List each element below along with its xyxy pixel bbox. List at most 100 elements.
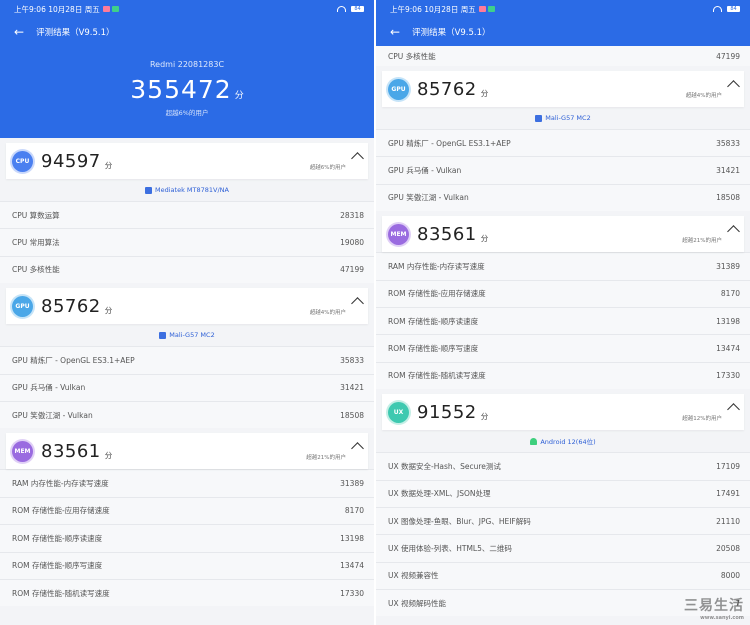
notification-icons — [102, 6, 119, 12]
gpu-score-unit: 分 — [480, 88, 489, 98]
list-item: GPU 精炼厂 - OpenGL ES3.1+AEP 35833 — [0, 346, 374, 374]
row-label: CPU 多核性能 — [12, 265, 60, 275]
collapse-chevron-icon[interactable] — [727, 80, 740, 93]
row-label: ROM 存储性能-顺序读速度 — [388, 316, 479, 326]
row-value: 35833 — [716, 138, 740, 148]
row-value: 13198 — [340, 533, 364, 543]
list-item: ROM 存储性能-顺序写速度 13474 — [0, 551, 374, 579]
page-title: 评测结果（V9.5.1） — [36, 28, 115, 38]
score-unit: 分 — [234, 91, 244, 101]
screenshot-composite: 上午9:06 10月28日 周五 84 ← 评测结果（V9.5.1） Redmi… — [0, 0, 750, 625]
collapse-chevron-icon[interactable] — [351, 297, 364, 311]
device-model: Redmi 22081283C — [149, 60, 225, 69]
row-label: CPU 算数运算 — [12, 210, 60, 220]
gpu-card-header[interactable]: GPU 85762 分 超越4%的用户 — [6, 288, 368, 325]
list-item: UX 使用体验-列表、HTML5、二维码 20508 — [376, 534, 750, 562]
chip-icon — [145, 186, 153, 194]
left-screen: 上午9:06 10月28日 周五 84 ← 评测结果（V9.5.1） Redmi… — [0, 0, 374, 625]
cpu-chip-name: Mediatek MT8781V/NA — [155, 186, 229, 194]
list-item: UX 数据处理-XML、JSON处理 17491 — [376, 479, 750, 507]
gpu-chip-name: Mali-G57 MC2 — [545, 114, 591, 122]
ux-badge-icon: UX — [388, 401, 409, 423]
row-value: 28318 — [340, 210, 364, 220]
row-value: 8170 — [720, 289, 740, 299]
cpu-chip-label: Mediatek MT8781V/NA — [0, 179, 374, 201]
cpu-beat-text: 超越6%的用户 — [309, 165, 346, 171]
mem-card-header[interactable]: MEM 83561 分 超越21%的用户 — [6, 433, 368, 470]
watermark-main: 三易生活 — [684, 598, 744, 614]
gpu-chip-label: Mali-G57 MC2 — [376, 107, 750, 129]
list-item: UX 图像处理-鱼眼、Blur、JPG、HEIF解码 21110 — [376, 506, 750, 535]
list-item: GPU 兵马俑 - Vulkan 31421 — [376, 156, 750, 184]
watermark-logo: 三易生活 www.sanyi.com — [684, 595, 744, 621]
page-title: 评测结果（V9.5.1） — [412, 28, 491, 38]
status-bar: 上午9:06 10月28日 周五 84 — [0, 0, 374, 18]
list-item: UX 数据安全-Hash、Secure测试 17109 — [376, 452, 750, 480]
row-value: 17330 — [716, 371, 740, 381]
collapse-chevron-icon[interactable] — [727, 225, 740, 239]
mem-score: 83561 — [417, 223, 477, 245]
row-value: 47199 — [716, 51, 740, 61]
gpu-beat-text: 超越4%的用户 — [309, 310, 346, 317]
gpu-score: 85762 — [41, 295, 101, 317]
gpu-card-header[interactable]: GPU 85762 分 超越4%的用户 — [382, 71, 744, 107]
status-bar: 上午9:06 10月28日 周五 84 — [376, 0, 750, 18]
list-item: ROM 存储性能-随机读写速度 17330 — [376, 361, 750, 390]
cpu-badge-icon: CPU — [12, 150, 33, 172]
row-label: GPU 笑傲江湖 - Vulkan — [388, 193, 469, 203]
row-label: ROM 存储性能-随机读写速度 — [12, 588, 110, 598]
row-label: RAM 内存性能-内存读写速度 — [388, 261, 485, 271]
ux-card-header[interactable]: UX 91552 分 超越12%的用户 — [382, 394, 744, 431]
list-item: CPU 算数运算 28318 — [0, 201, 374, 229]
notification-icons — [478, 6, 495, 12]
collapse-chevron-icon[interactable] — [351, 442, 364, 456]
row-label: CPU 多核性能 — [388, 51, 436, 61]
row-value: 18508 — [716, 193, 740, 203]
row-label: GPU 精炼厂 - OpenGL ES3.1+AEP — [12, 355, 135, 365]
row-value: 31389 — [340, 479, 364, 489]
row-label: UX 视频解码性能 — [388, 598, 447, 608]
gpu-score-unit: 分 — [104, 305, 113, 315]
chip-icon — [535, 114, 543, 122]
notification-icon — [102, 6, 110, 12]
cpu-score: 94597 — [41, 150, 101, 172]
row-value: 31421 — [340, 383, 364, 393]
row-value: 20508 — [716, 543, 740, 553]
mem-card-header[interactable]: MEM 83561 分 超越21%的用户 — [382, 216, 744, 253]
ux-score-unit: 分 — [480, 411, 489, 421]
total-score-panel: Redmi 22081283C 355472 分 超越6%的用户 — [0, 46, 374, 138]
row-label: GPU 兵马俑 - Vulkan — [388, 166, 462, 176]
row-label: ROM 存储性能-应用存储速度 — [388, 289, 486, 299]
row-label: GPU 精炼厂 - OpenGL ES3.1+AEP — [388, 138, 511, 148]
mem-score-unit: 分 — [480, 233, 489, 243]
row-label: GPU 笑傲江湖 - Vulkan — [12, 410, 93, 420]
gpu-badge-icon: GPU — [388, 78, 409, 100]
collapse-chevron-icon[interactable] — [351, 152, 364, 165]
status-time: 上午9:06 — [390, 4, 422, 14]
row-value: 13474 — [340, 561, 364, 571]
status-date: 10月28日 周五 — [48, 4, 100, 14]
list-item: CPU 多核性能 47199 — [0, 255, 374, 284]
mem-badge-icon: MEM — [12, 440, 33, 462]
collapse-chevron-icon[interactable] — [727, 403, 740, 416]
list-item: ROM 存储性能-顺序写速度 13474 — [376, 334, 750, 362]
notification-icon — [478, 6, 486, 12]
row-value: 35833 — [340, 355, 364, 365]
row-value: 31421 — [716, 166, 740, 176]
gpu-score: 85762 — [417, 78, 477, 100]
list-item: ROM 存储性能-应用存储速度 8170 — [0, 496, 374, 525]
ux-score: 91552 — [417, 401, 477, 423]
ux-os-label: Android 12(64位) — [376, 430, 750, 452]
row-label: UX 视频兼容性 — [388, 571, 439, 581]
row-value: 47199 — [340, 265, 364, 275]
gpu-badge-icon: GPU — [12, 295, 33, 317]
list-item: ROM 存储性能-随机读写速度 17330 — [0, 578, 374, 607]
row-value: 17109 — [716, 461, 740, 471]
cpu-card-header[interactable]: CPU 94597 分 超越6%的用户 — [6, 143, 368, 179]
back-arrow-icon[interactable]: ← — [390, 26, 400, 38]
row-label: ROM 存储性能-顺序读速度 — [12, 533, 103, 543]
row-label: UX 图像处理-鱼眼、Blur、JPG、HEIF解码 — [388, 516, 531, 526]
back-arrow-icon[interactable]: ← — [14, 26, 24, 38]
total-beat-text: 超越6%的用户 — [165, 109, 209, 117]
row-value: 17330 — [340, 588, 364, 598]
